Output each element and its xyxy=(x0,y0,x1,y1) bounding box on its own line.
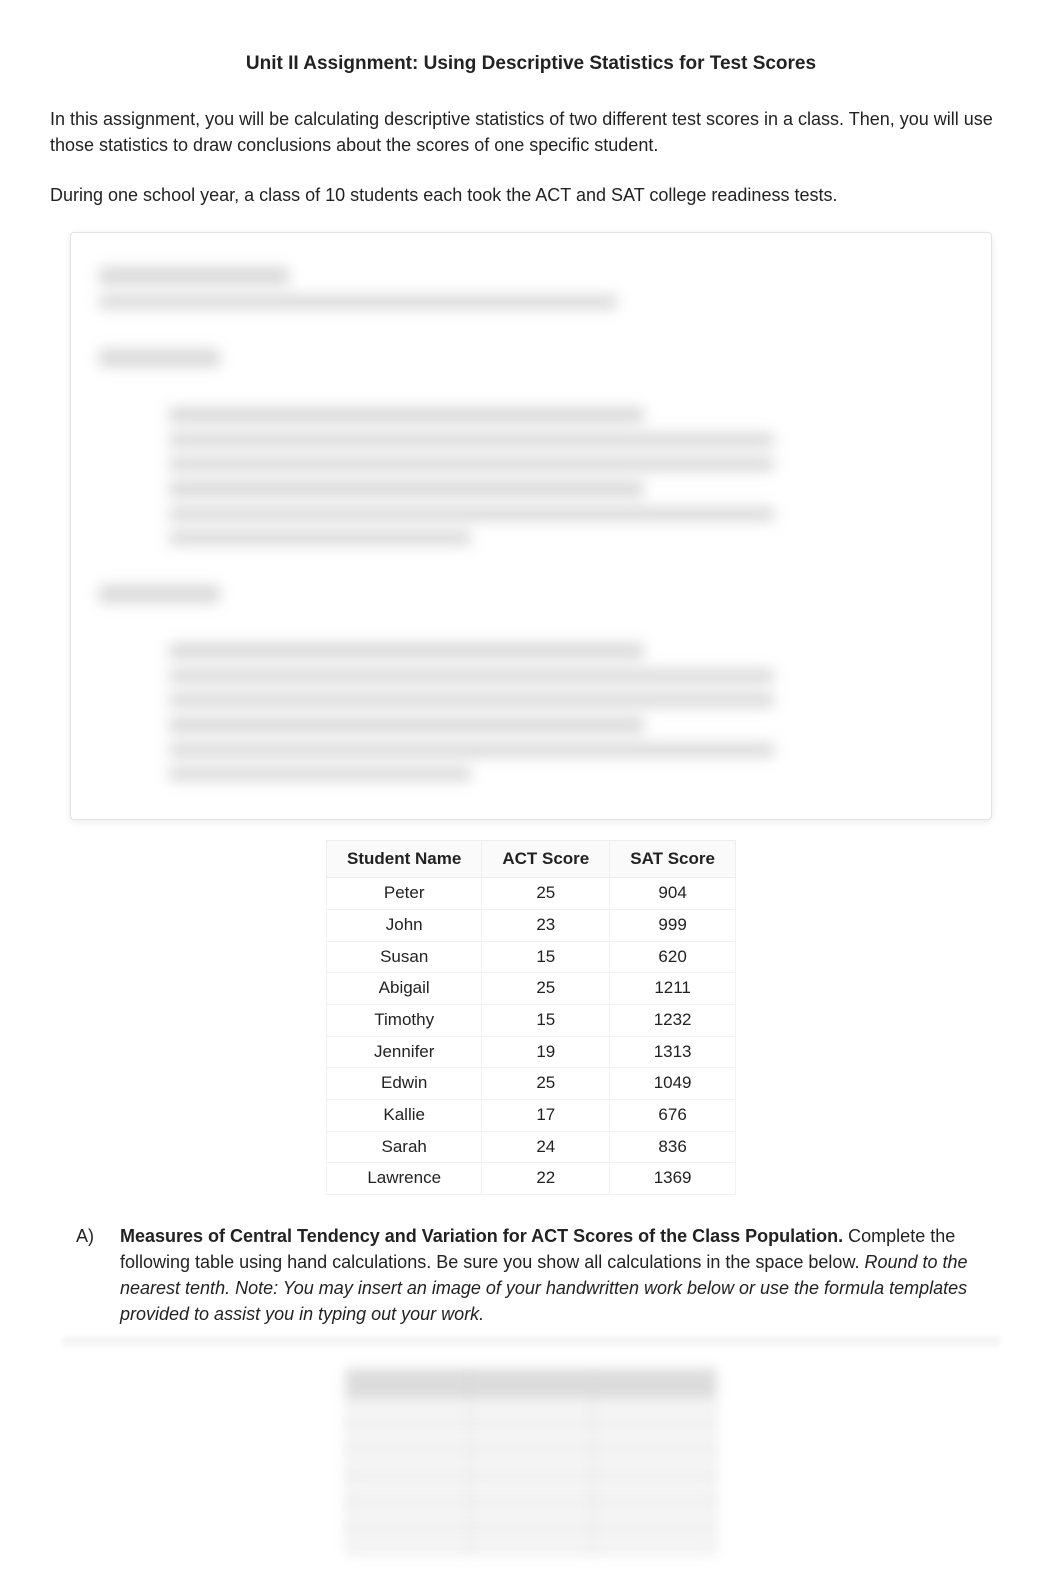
table-row: Edwin 25 1049 xyxy=(327,1068,736,1100)
blurred-text xyxy=(99,267,963,781)
table-row: Lawrence 22 1369 xyxy=(327,1163,736,1195)
question-body: Measures of Central Tendency and Variati… xyxy=(120,1223,986,1327)
locked-content-preview xyxy=(70,232,992,820)
cell-name: Abigail xyxy=(327,973,482,1005)
table-body: Peter 25 904 John 23 999 Susan 15 620 Ab… xyxy=(327,878,736,1194)
cell-name: Sarah xyxy=(327,1131,482,1163)
cell-name: John xyxy=(327,910,482,942)
cell-act: 25 xyxy=(482,973,610,1005)
cell-sat: 999 xyxy=(610,910,736,942)
cell-sat: 1232 xyxy=(610,1005,736,1037)
cell-act: 23 xyxy=(482,910,610,942)
cell-sat: 1313 xyxy=(610,1036,736,1068)
cell-name: Peter xyxy=(327,878,482,910)
cell-sat: 620 xyxy=(610,941,736,973)
document-page: Unit II Assignment: Using Descriptive St… xyxy=(0,0,1062,1594)
cell-act: 24 xyxy=(482,1131,610,1163)
page-title: Unit II Assignment: Using Descriptive St… xyxy=(50,50,1012,78)
cell-act: 17 xyxy=(482,1099,610,1131)
cell-act: 25 xyxy=(482,878,610,910)
table-row: Kallie 17 676 xyxy=(327,1099,736,1131)
table-row: Jennifer 19 1313 xyxy=(327,1036,736,1068)
content-fade-divider xyxy=(62,1337,1000,1351)
cell-act: 22 xyxy=(482,1163,610,1195)
cell-sat: 904 xyxy=(610,878,736,910)
question-letter: A) xyxy=(76,1223,104,1327)
blurred-answer-table xyxy=(346,1369,716,1554)
table-row: Sarah 24 836 xyxy=(327,1131,736,1163)
cell-sat: 1369 xyxy=(610,1163,736,1195)
intro-paragraph-1: In this assignment, you will be calculat… xyxy=(50,106,1012,158)
cell-name: Kallie xyxy=(327,1099,482,1131)
table-row: Peter 25 904 xyxy=(327,878,736,910)
question-a: A) Measures of Central Tendency and Vari… xyxy=(76,1223,986,1327)
col-header-name: Student Name xyxy=(327,840,482,878)
question-bold: Measures of Central Tendency and Variati… xyxy=(120,1226,843,1246)
cell-sat: 1211 xyxy=(610,973,736,1005)
cell-name: Susan xyxy=(327,941,482,973)
cell-act: 25 xyxy=(482,1068,610,1100)
table-row: Timothy 15 1232 xyxy=(327,1005,736,1037)
cell-act: 15 xyxy=(482,941,610,973)
table-header-row: Student Name ACT Score SAT Score xyxy=(327,840,736,878)
cell-name: Jennifer xyxy=(327,1036,482,1068)
col-header-act: ACT Score xyxy=(482,840,610,878)
cell-act: 19 xyxy=(482,1036,610,1068)
table-row: Abigail 25 1211 xyxy=(327,973,736,1005)
cell-name: Lawrence xyxy=(327,1163,482,1195)
table-row: John 23 999 xyxy=(327,910,736,942)
cell-name: Timothy xyxy=(327,1005,482,1037)
cell-sat: 1049 xyxy=(610,1068,736,1100)
scores-table: Student Name ACT Score SAT Score Peter 2… xyxy=(326,840,736,1195)
cell-name: Edwin xyxy=(327,1068,482,1100)
intro-paragraph-2: During one school year, a class of 10 st… xyxy=(50,182,1012,208)
table-row: Susan 15 620 xyxy=(327,941,736,973)
col-header-sat: SAT Score xyxy=(610,840,736,878)
cell-sat: 676 xyxy=(610,1099,736,1131)
cell-sat: 836 xyxy=(610,1131,736,1163)
cell-act: 15 xyxy=(482,1005,610,1037)
answer-table xyxy=(346,1369,716,1554)
